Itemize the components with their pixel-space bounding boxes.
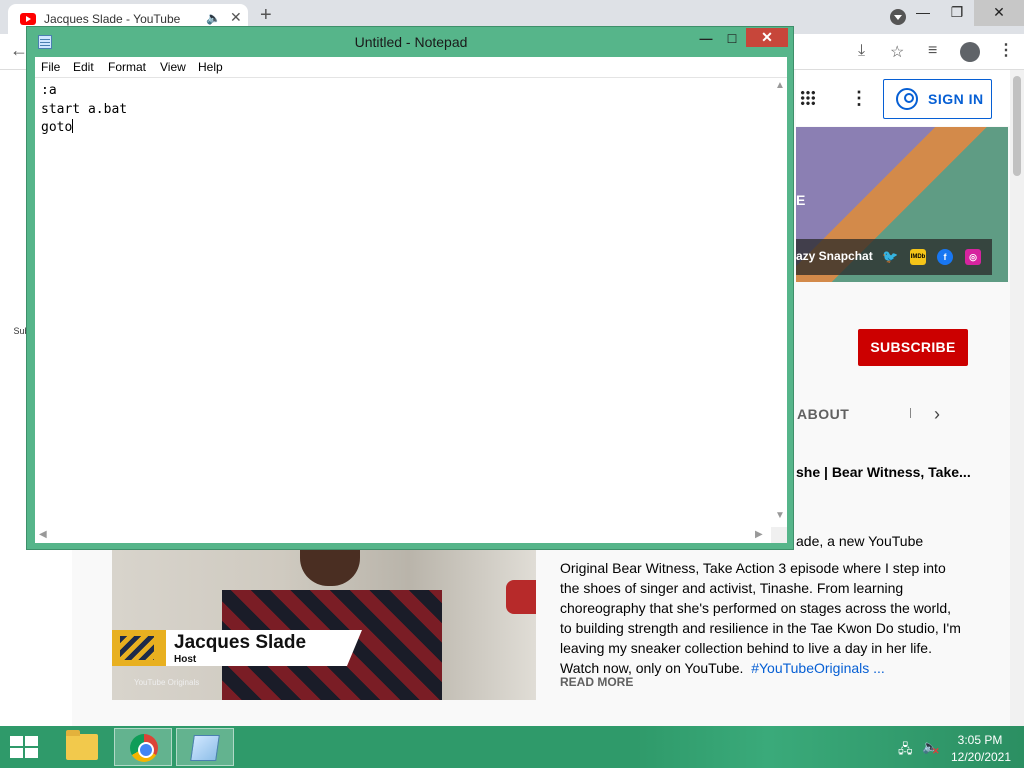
install-icon[interactable]: ⤓	[858, 42, 865, 60]
text-line: start a.bat	[41, 101, 128, 117]
bookmark-star-icon[interactable]: ☆	[890, 42, 904, 62]
description-last-text: Watch now, only on YouTube.	[560, 660, 744, 676]
youtube-originals-watermark: YouTube Originals	[134, 678, 200, 687]
menu-view[interactable]: View	[160, 60, 186, 74]
notepad-icon	[190, 735, 220, 761]
notepad-vertical-scrollbar[interactable]: ▲ ▼	[771, 78, 787, 528]
profile-avatar-icon[interactable]	[960, 42, 980, 62]
thumbnail-car	[506, 580, 536, 614]
apps-grid-icon[interactable]	[800, 90, 816, 106]
subscribe-button[interactable]: SUBSCRIBE	[858, 329, 968, 366]
scroll-down-arrow-icon[interactable]: ▼	[775, 510, 785, 521]
notepad-horizontal-scrollbar[interactable]: ◀ ▶	[35, 527, 771, 543]
twitter-icon[interactable]: 🐦	[882, 249, 898, 265]
chrome-icon	[130, 734, 158, 762]
menu-edit[interactable]: Edit	[73, 60, 94, 74]
speaker-icon[interactable]: 🔈	[206, 11, 221, 25]
browser-restore-button[interactable]: ❐	[940, 0, 974, 26]
account-icon	[896, 88, 918, 110]
browser-tab-title: Jacques Slade - YouTube	[44, 12, 181, 26]
menu-file[interactable]: File	[41, 60, 60, 74]
description-line: Original Bear Witness, Take Action 3 epi…	[560, 560, 946, 576]
start-button[interactable]	[10, 736, 38, 758]
scroll-left-arrow-icon[interactable]: ◀	[39, 529, 47, 540]
description-line: leaving my sneaker collection behind to …	[560, 640, 932, 656]
taskbar-file-explorer[interactable]	[52, 728, 110, 766]
tab-divider	[910, 408, 911, 418]
video-description: Original Bear Witness, Take Action 3 epi…	[560, 558, 980, 678]
mute-indicator-icon: ✕	[932, 746, 940, 756]
page-scrollbar[interactable]	[1010, 70, 1024, 726]
banner-links-strip: azy Snapchat 🐦 IMDb f ◎	[796, 239, 992, 275]
clock-time[interactable]: 3:05 PM	[952, 733, 1008, 747]
windows-logo-icon	[25, 748, 38, 758]
windows-logo-icon	[10, 736, 23, 746]
text-caret	[72, 119, 74, 133]
notepad-close-button[interactable]: ✕	[746, 28, 788, 47]
settings-more-icon[interactable]: ⋮	[850, 88, 868, 109]
text-line: :a	[41, 83, 57, 98]
sign-in-label: SIGN IN	[928, 91, 984, 107]
browser-close-button[interactable]: ✕	[974, 0, 1024, 26]
windows-logo-icon	[25, 736, 38, 746]
read-more-button[interactable]: READ MORE	[560, 675, 633, 689]
scroll-up-arrow-icon[interactable]: ▲	[775, 80, 785, 91]
new-tab-button[interactable]: +	[260, 4, 272, 27]
description-line: the shoes of singer and activist, Tinash…	[560, 580, 904, 596]
sign-in-button[interactable]: SIGN IN	[883, 79, 992, 119]
browser-window-controls: — ❐ ✕	[906, 0, 1024, 30]
description-start: ade, a new YouTube	[796, 533, 924, 549]
lower-third-logo	[112, 630, 166, 666]
notepad-menubar: File Edit Format View Help	[35, 57, 787, 77]
network-icon[interactable]: 🖧	[898, 740, 913, 762]
menu-help[interactable]: Help	[198, 60, 223, 74]
text-line: goto	[41, 120, 73, 135]
scroll-right-arrow-icon[interactable]: ▶	[755, 529, 763, 540]
lower-third-role: Host	[174, 654, 197, 665]
youtube-header-actions: ⋮ SIGN IN	[796, 70, 1010, 126]
featured-video-title[interactable]: she | Bear Witness, Take...	[796, 464, 971, 480]
browser-menu-icon[interactable]: ⋮	[998, 40, 1014, 60]
taskbar: 🖧 🔈 ✕ 3:05 PM 12/20/2021	[0, 726, 1024, 768]
clock-date[interactable]: 12/20/2021	[948, 750, 1014, 764]
lower-third-name: Jacques Slade	[174, 632, 307, 653]
folder-icon	[66, 730, 98, 760]
hashtag-link[interactable]: #YouTubeOriginals ...	[751, 660, 885, 676]
notepad-window: Untitled - Notepad — ☐ ✕ File Edit Forma…	[26, 26, 794, 550]
channel-banner: E azy Snapchat 🐦 IMDb f ◎	[796, 127, 1008, 282]
banner-text: E	[796, 192, 806, 208]
notepad-maximize-button[interactable]: ☐	[719, 31, 745, 49]
tab-about[interactable]: ABOUT	[797, 406, 849, 422]
description-line: to building strength and resilience in t…	[560, 620, 961, 636]
close-tab-icon[interactable]: ✕	[230, 9, 242, 26]
featured-video-thumbnail[interactable]: Jacques Slade Host YouTube Originals	[112, 550, 536, 700]
thumbnail-person-face	[300, 550, 360, 586]
menu-format[interactable]: Format	[108, 60, 146, 74]
media-control-icon[interactable]: ≡	[928, 42, 937, 60]
notepad-title: Untitled - Notepad	[354, 34, 468, 50]
taskbar-notepad[interactable]	[176, 728, 234, 766]
facebook-icon[interactable]: f	[937, 249, 953, 265]
instagram-icon[interactable]: ◎	[965, 249, 981, 265]
scrollbar-corner	[771, 527, 787, 543]
tab-search-icon[interactable]	[890, 9, 906, 25]
imdb-icon[interactable]: IMDb	[910, 249, 926, 265]
youtube-favicon-icon	[20, 13, 36, 25]
chevron-right-icon[interactable]: ›	[934, 404, 940, 425]
notepad-text-area[interactable]: :a start a.bat goto ▲ ▼ ◀ ▶	[35, 77, 787, 543]
snapchat-link[interactable]: azy Snapchat	[796, 249, 873, 263]
taskbar-chrome[interactable]	[114, 728, 172, 766]
description-line: choreography that she's performed on sta…	[560, 600, 951, 616]
desktop: Jacques Slade - YouTube 🔈 ✕ + — ❐ ✕ ← ⤓ …	[0, 0, 1024, 768]
browser-minimize-button[interactable]: —	[906, 0, 940, 26]
page-scrollbar-thumb[interactable]	[1013, 76, 1021, 176]
windows-logo-icon	[10, 748, 23, 758]
notepad-content: :a start a.bat goto	[41, 82, 127, 138]
notepad-minimize-button[interactable]: —	[693, 31, 719, 49]
